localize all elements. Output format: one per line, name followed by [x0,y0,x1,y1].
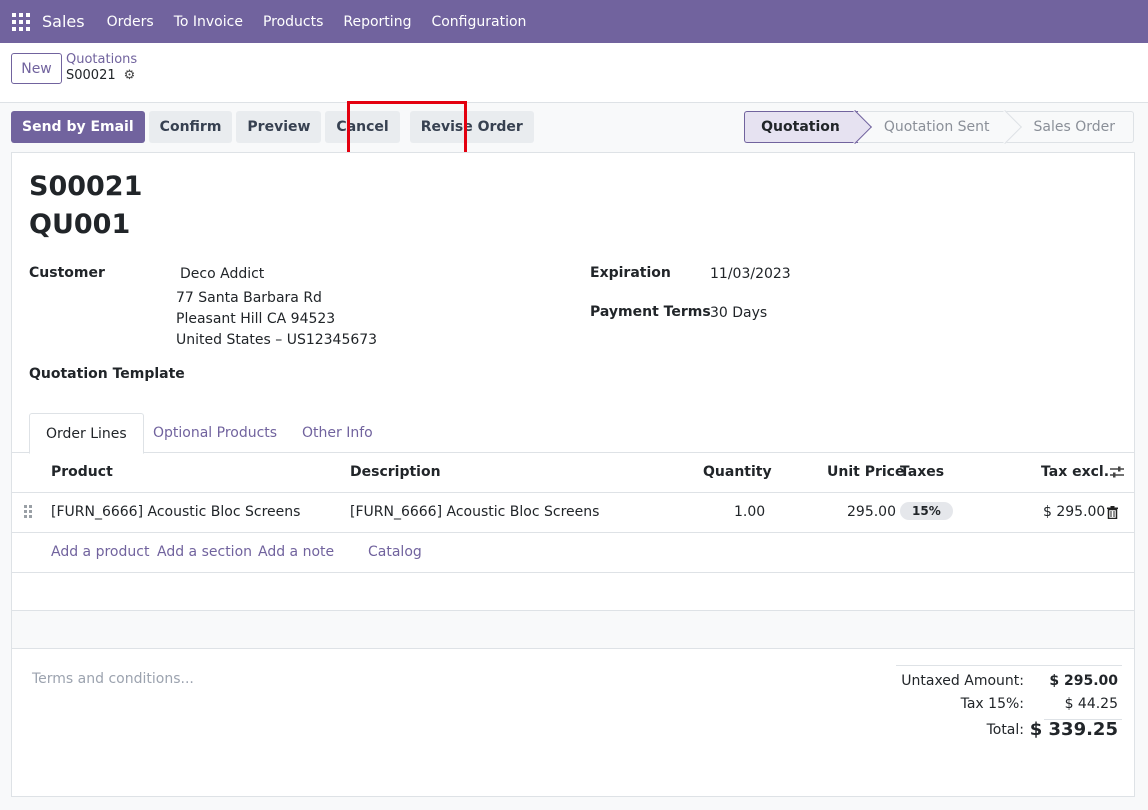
tab-order-lines[interactable]: Order Lines [29,413,144,454]
nav-products[interactable]: Products [263,14,323,30]
stage-quotation-sent[interactable]: Quotation Sent [857,110,1022,144]
total-label: Total: [986,722,1024,738]
customer-label: Customer [29,265,105,281]
row-subtotal: $ 295.00 [1043,504,1106,520]
nav-to-invoice[interactable]: To Invoice [174,14,243,30]
col-taxes[interactable]: Taxes [900,464,944,480]
app-brand[interactable]: Sales [42,12,85,31]
stage-quotation[interactable]: Quotation [744,110,872,144]
column-settings-icon[interactable] [1110,466,1124,478]
untaxed-amount-value: $ 295.00 [1049,673,1118,689]
add-product-link[interactable]: Add a product [51,544,149,560]
payment-terms-field[interactable]: 30 Days [710,305,767,321]
totals-divider [896,665,1122,666]
stage-label: Quotation [761,119,840,135]
col-product[interactable]: Product [51,464,113,480]
total-value: $ 339.25 [1029,719,1118,740]
nav-orders[interactable]: Orders [107,14,154,30]
current-record: S00021 ⚙ [66,68,135,83]
expiration-field[interactable]: 11/03/2023 [710,266,791,282]
tab-optional-products[interactable]: Optional Products [137,413,293,453]
col-tax-excl[interactable]: Tax excl. [1041,464,1109,480]
send-by-email-button[interactable]: Send by Email [11,111,145,143]
current-record-name: S00021 [66,68,116,83]
col-quantity[interactable]: Quantity [703,464,772,480]
notebook-tabs: Order Lines Optional Products Other Info [12,413,1134,454]
untaxed-amount-label: Untaxed Amount: [901,673,1024,689]
tab-other-info[interactable]: Other Info [286,413,389,453]
stage-sales-order[interactable]: Sales Order [1007,111,1134,143]
action-buttons: Send by Email Confirm Preview Cancel Rev… [11,111,534,143]
stage-label: Quotation Sent [883,119,990,135]
address-line3: United States – US12345673 [176,332,378,348]
col-description[interactable]: Description [350,464,441,480]
apps-menu-icon[interactable] [12,12,30,31]
tax-badge[interactable]: 15% [900,502,953,520]
expiration-label: Expiration [590,265,671,281]
terms-and-conditions-field[interactable]: Terms and conditions... [32,671,194,687]
trash-icon[interactable] [1107,506,1118,519]
address-line1: 77 Santa Barbara Rd [176,290,322,306]
catalog-link[interactable]: Catalog [368,544,422,560]
empty-row [12,573,1134,611]
cancel-button[interactable]: Cancel [325,111,400,143]
add-section-link[interactable]: Add a section [157,544,252,560]
top-navbar: Sales Orders To Invoice Products Reporti… [0,0,1148,43]
control-panel: New Quotations S00021 ⚙ [0,43,1148,103]
add-line-row: Add a product Add a section Add a note C… [12,533,1134,573]
tax-value: $ 44.25 [1064,696,1118,712]
new-button[interactable]: New [11,53,62,84]
preview-button[interactable]: Preview [236,111,322,143]
tax-label: Tax 15%: [960,696,1024,712]
order-title: S00021 [29,171,143,202]
row-description[interactable]: [FURN_6666] Acoustic Bloc Screens [350,504,599,520]
breadcrumb-quotations[interactable]: Quotations [66,52,137,67]
table-header: Product Description Quantity Unit Price … [12,453,1134,493]
nav-reporting[interactable]: Reporting [343,14,411,30]
status-bar: Quotation Quotation Sent Sales Order [744,110,1134,144]
payment-terms-label: Payment Terms [590,304,711,320]
gear-icon[interactable]: ⚙ [124,68,136,83]
drag-handle-icon[interactable] [24,505,32,518]
customer-field[interactable]: Deco Addict [180,266,264,282]
add-note-link[interactable]: Add a note [258,544,334,560]
row-quantity[interactable]: 1.00 [734,504,765,520]
stage-label: Sales Order [1033,119,1116,135]
quotation-template-label: Quotation Template [29,366,185,382]
confirm-button[interactable]: Confirm [148,111,233,143]
col-unit-price[interactable]: Unit Price [827,464,904,480]
address-line2: Pleasant Hill CA 94523 [176,311,336,327]
row-unit-price[interactable]: 295.00 [847,504,896,520]
row-product[interactable]: [FURN_6666] Acoustic Bloc Screens [51,504,300,520]
order-subtitle: QU001 [29,209,131,240]
form-sheet: S00021 QU001 Customer Deco Addict 77 San… [11,152,1135,797]
empty-row [12,611,1134,649]
revise-order-button[interactable]: Revise Order [409,111,534,143]
nav-configuration[interactable]: Configuration [431,14,526,30]
table-row[interactable]: [FURN_6666] Acoustic Bloc Screens [FURN_… [12,493,1134,533]
